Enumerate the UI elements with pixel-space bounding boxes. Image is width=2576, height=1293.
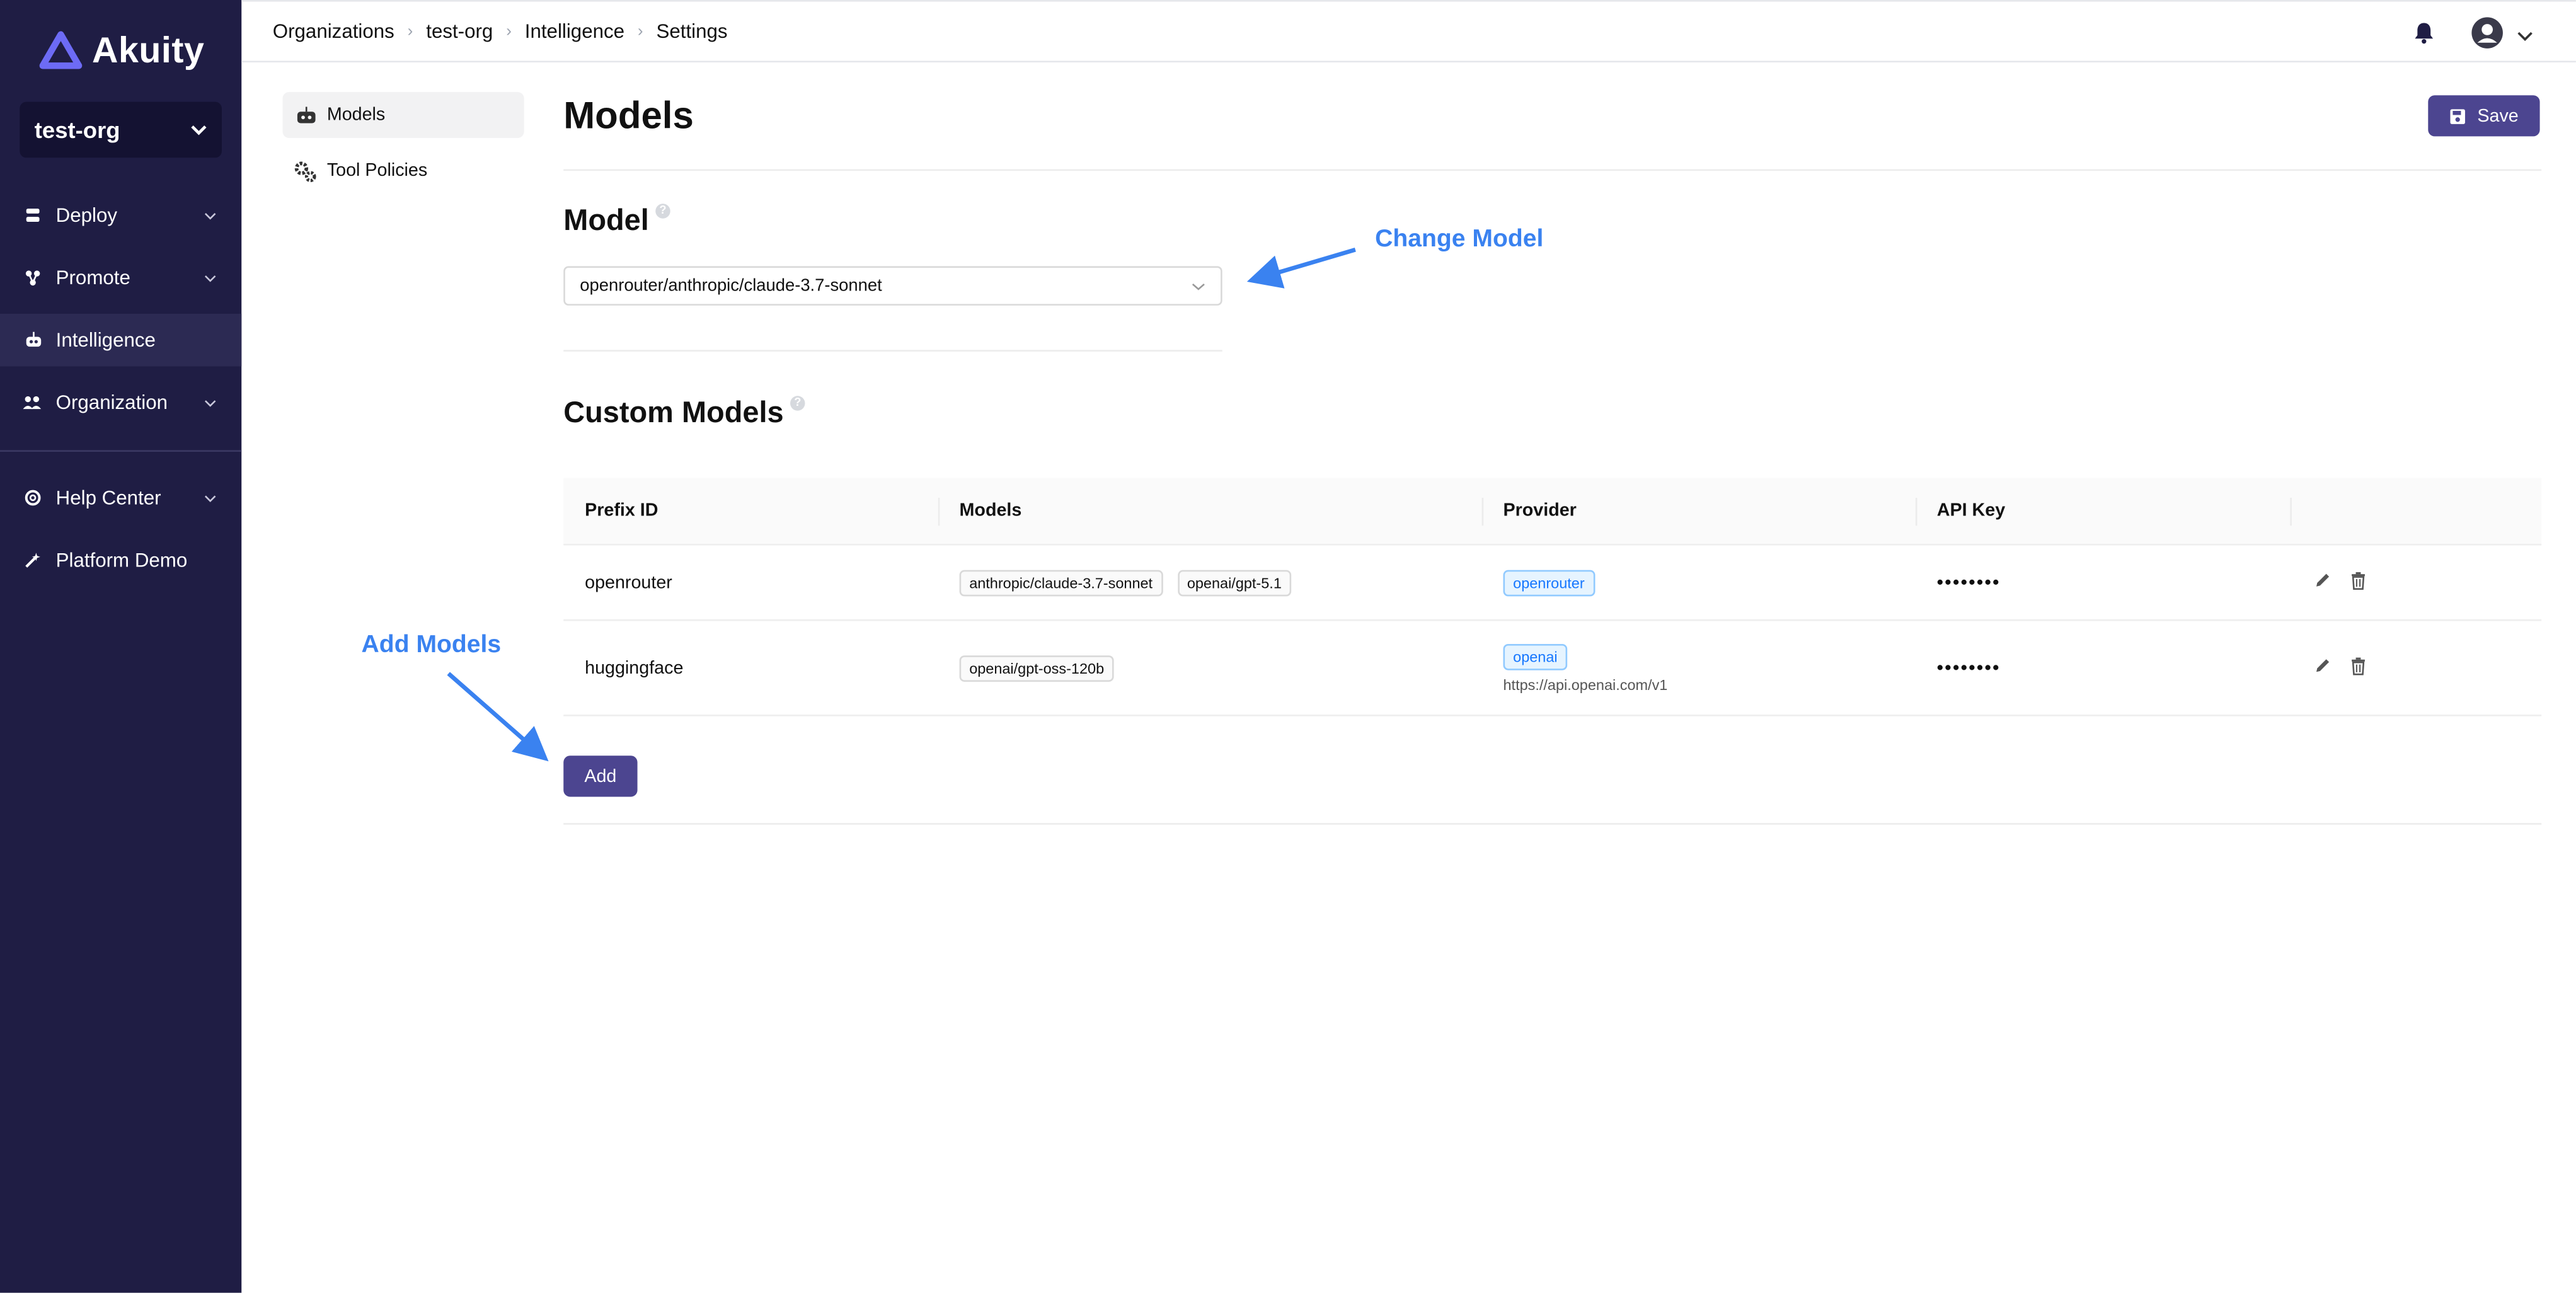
arrow-change-model <box>1246 248 1356 289</box>
arrow-add-models <box>447 672 549 762</box>
annotation-arrows <box>447 248 1356 762</box>
